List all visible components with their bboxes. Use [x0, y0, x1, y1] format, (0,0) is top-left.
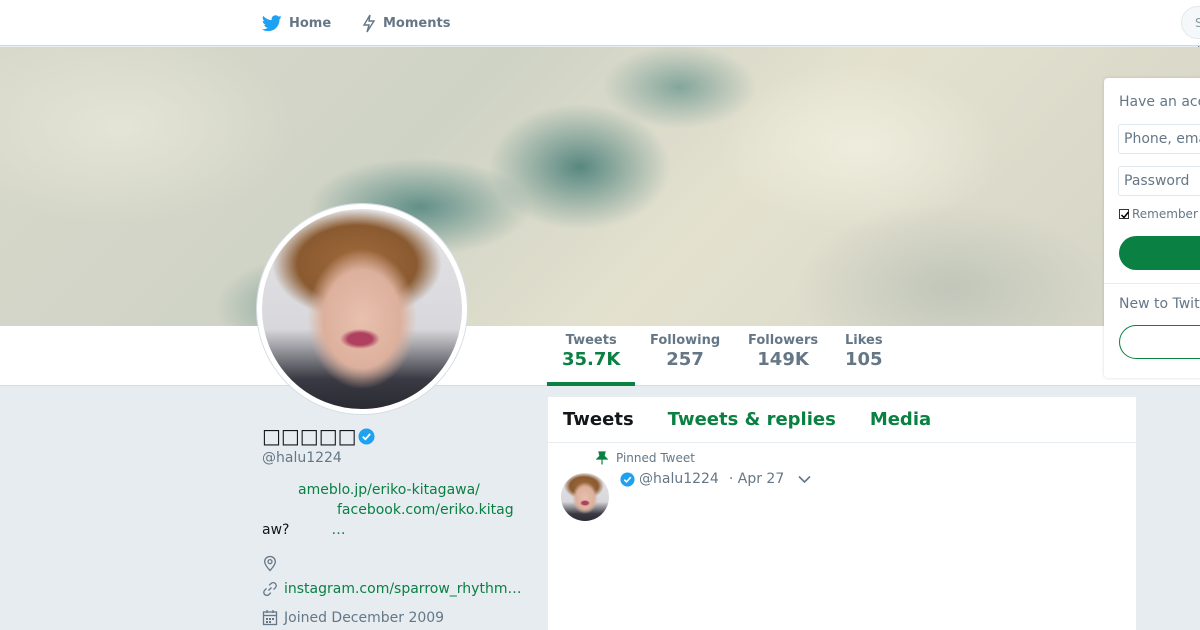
tweet-date[interactable]: · Apr 27	[729, 471, 784, 487]
timeline-tabs: Tweets Tweets & replies Media	[548, 397, 1136, 443]
stat-tweets[interactable]: Tweets 35.7K	[562, 333, 620, 370]
lightning-bolt-icon	[362, 14, 376, 32]
tweet-handle[interactable]: @halu1224	[639, 471, 719, 487]
password-placeholder: Password	[1124, 173, 1190, 189]
profile-joined: Joined December 2009	[262, 609, 444, 626]
top-navigation: Home Moments S	[0, 0, 1200, 46]
bio-ellipsis-link[interactable]: …	[331, 522, 345, 538]
verified-badge-icon	[358, 428, 375, 444]
verified-badge-icon	[620, 471, 635, 487]
timeline: Tweets Tweets & replies Media Pinned Twe…	[548, 397, 1136, 630]
stat-followers-label: Followers	[748, 333, 819, 348]
chevron-down-icon[interactable]	[798, 475, 811, 484]
profile-avatar[interactable]	[257, 204, 467, 414]
login-divider	[1104, 283, 1200, 284]
nav-moments-label: Moments	[383, 15, 451, 31]
stat-tweets-value: 35.7K	[562, 349, 621, 370]
remember-checkbox[interactable]	[1119, 209, 1130, 219]
tab-tweets[interactable]: Tweets	[563, 409, 634, 430]
login-card: Have an account? Phone, email or usernam…	[1104, 78, 1200, 378]
website-link[interactable]: instagram.com/sparrow_rhythm…	[284, 581, 521, 597]
search-input[interactable]: S	[1181, 6, 1200, 39]
nav-home-label: Home	[289, 15, 332, 31]
stat-likes[interactable]: Likes 105	[845, 333, 883, 370]
profile-display-name: □□□□□	[262, 424, 375, 448]
pinned-tweet-text: Pinned Tweet	[616, 451, 695, 465]
stat-followers[interactable]: Followers 149K	[748, 333, 818, 370]
tab-media[interactable]: Media	[870, 409, 931, 430]
search-placeholder: S	[1195, 16, 1200, 30]
login-button[interactable]	[1119, 236, 1200, 270]
nav-home[interactable]: Home	[262, 0, 331, 46]
display-name-text: □□□□□	[262, 424, 357, 448]
joined-date: Joined December 2009	[284, 609, 445, 626]
stat-tweets-label: Tweets	[565, 333, 617, 348]
login-title: Have an account?	[1119, 94, 1200, 110]
tweet-header: @halu1224 · Apr 27	[620, 471, 811, 487]
nav-moments[interactable]: Moments	[362, 0, 450, 46]
link-icon	[263, 581, 277, 597]
username-placeholder: Phone, email or username	[1124, 131, 1200, 147]
stat-followers-value: 149K	[757, 349, 809, 370]
profile-website: instagram.com/sparrow_rhythm…	[262, 581, 521, 597]
pinned-tweet-label: Pinned Tweet	[596, 451, 695, 465]
twitter-bird-icon	[262, 14, 282, 31]
stat-likes-value: 105	[845, 349, 883, 370]
tweet-avatar[interactable]	[561, 473, 609, 521]
signup-button[interactable]	[1119, 325, 1200, 359]
profile-location	[262, 555, 284, 572]
bio-link-ameblo[interactable]: ameblo.jp/eriko-kitagawa/	[298, 482, 480, 498]
tab-tweets-replies[interactable]: Tweets & replies	[668, 409, 836, 430]
pin-icon	[596, 451, 608, 465]
active-stat-indicator	[547, 382, 635, 386]
username-input[interactable]: Phone, email or username	[1118, 124, 1200, 154]
bio-text: aw?	[262, 522, 290, 538]
stat-likes-label: Likes	[845, 333, 883, 348]
stat-following-label: Following	[650, 333, 721, 348]
password-input[interactable]: Password	[1118, 166, 1200, 196]
location-pin-icon	[264, 555, 276, 572]
profile-banner	[0, 47, 1200, 326]
remember-label: Remember me	[1132, 207, 1200, 221]
checkmark-icon	[1120, 211, 1130, 219]
bio-link-facebook[interactable]: facebook.com/eriko.kitag	[337, 502, 514, 518]
calendar-icon	[262, 610, 278, 626]
profile-bio: ameblo.jp/eriko-kitagawa/ facebook.com/e…	[262, 480, 524, 540]
profile-handle[interactable]: @halu1224	[262, 450, 342, 466]
signup-title: New to Twitter?	[1119, 296, 1200, 312]
remember-me: Remember me	[1119, 207, 1200, 221]
stat-following[interactable]: Following 257	[650, 333, 720, 370]
stat-following-value: 257	[666, 349, 704, 370]
